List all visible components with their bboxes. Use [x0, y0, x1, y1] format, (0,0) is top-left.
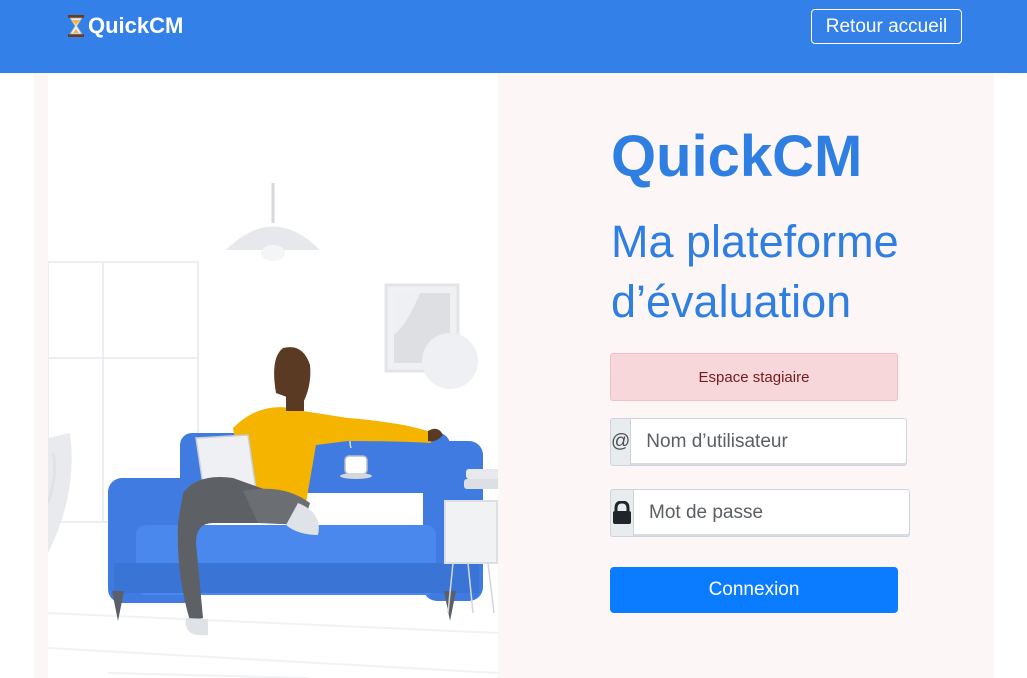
username-group: @ [610, 418, 908, 466]
at-icon: @ [610, 418, 631, 466]
role-alert: Espace stagiaire [610, 353, 898, 401]
password-group [610, 489, 910, 537]
navbar-brand[interactable]: QuickCM [66, 12, 183, 40]
sofa-illustration [48, 73, 498, 678]
back-home-button[interactable]: Retour accueil [811, 9, 962, 44]
top-navbar: QuickCM Retour accueil [0, 0, 1027, 73]
password-input[interactable] [633, 489, 910, 537]
page-subtitle: Ma plateforme d’évaluation [611, 216, 899, 327]
page-title: QuickCM [611, 124, 863, 189]
lock-icon [610, 489, 633, 537]
brand-label: QuickCM [88, 13, 184, 38]
username-input[interactable] [630, 418, 908, 466]
login-button[interactable]: Connexion [610, 567, 898, 613]
hourglass-icon [66, 14, 86, 38]
